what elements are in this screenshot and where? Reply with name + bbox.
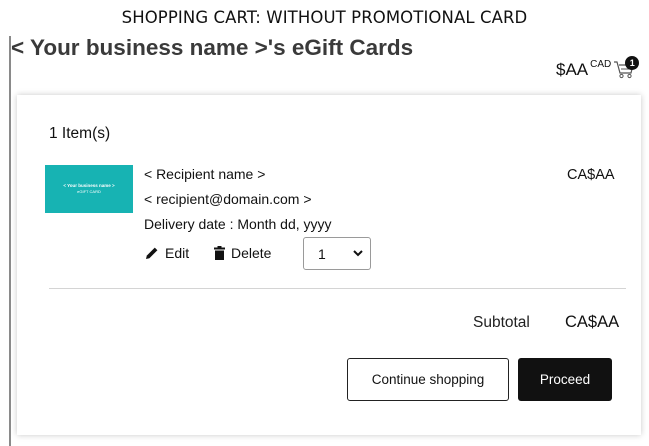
pencil-icon	[146, 247, 158, 259]
cart-panel: 1 Item(s) < Your business name > eGIFT C…	[17, 95, 641, 435]
subtotal-value: CA$AA	[565, 313, 620, 331]
quantity-select[interactable]: 1	[303, 237, 371, 270]
thumbnail-card-type: eGIFT CARD	[77, 189, 101, 194]
item-price: CA$AA	[567, 167, 615, 183]
continue-shopping-button[interactable]: Continue shopping	[347, 358, 509, 401]
recipient-email: < recipient@domain.com >	[144, 191, 312, 207]
proceed-button[interactable]: Proceed	[518, 358, 612, 401]
trash-icon	[214, 246, 225, 260]
delivery-date: Delivery date : Month dd, yyyy	[144, 216, 332, 232]
item-count: 1 Item(s)	[49, 125, 111, 142]
divider	[49, 288, 626, 289]
delete-button[interactable]: Delete	[214, 245, 271, 261]
cart-currency: CAD	[590, 59, 612, 70]
gift-card-thumbnail: < Your business name > eGIFT CARD	[45, 165, 133, 213]
shopping-cart-icon[interactable]: 1	[613, 56, 640, 81]
chevron-down-icon	[353, 250, 363, 257]
cart-amount: $AA	[556, 60, 589, 79]
recipient-name: < Recipient name >	[144, 166, 266, 182]
cart-count-badge: 1	[625, 56, 640, 70]
subtotal-label: Subtotal	[473, 314, 530, 331]
page-caption: SHOPPING CART: WITHOUT PROMOTIONAL CARD	[121, 8, 528, 27]
edit-button[interactable]: Edit	[145, 245, 189, 261]
store-title: < Your business name >'s eGift Cards	[11, 35, 414, 60]
header-cart[interactable]: $AA CAD 1	[556, 56, 640, 82]
quantity-value: 1	[318, 246, 326, 262]
delete-label: Delete	[231, 245, 272, 261]
edit-label: Edit	[165, 245, 190, 261]
